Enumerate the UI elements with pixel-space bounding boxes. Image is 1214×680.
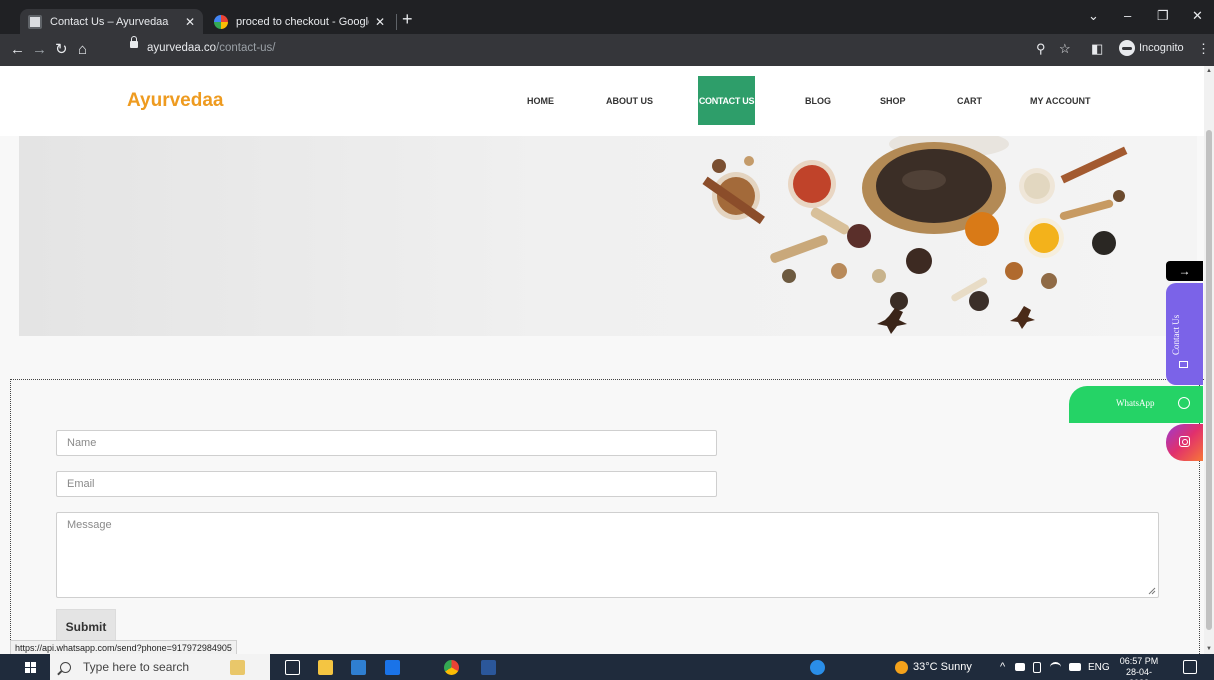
- help-icon[interactable]: [810, 660, 825, 675]
- weather-text[interactable]: 33°C Sunny: [913, 661, 972, 673]
- scroll-down-icon[interactable]: ▼: [1206, 646, 1212, 652]
- chrome-icon[interactable]: [444, 660, 459, 675]
- mail-icon: [1179, 361, 1188, 368]
- tab-close-icon[interactable]: ✕: [185, 15, 195, 29]
- search-icon: [60, 661, 71, 673]
- whatsapp-icon: [1178, 397, 1190, 409]
- nav-cart[interactable]: CART: [957, 96, 982, 106]
- whatsapp-label: WhatsApp: [1116, 398, 1155, 408]
- tab-title: Contact Us – Ayurvedaa: [50, 15, 169, 28]
- scroll-up-icon[interactable]: ▲: [1206, 68, 1212, 74]
- tab-contact-us[interactable]: Contact Us – Ayurvedaa ✕: [20, 9, 203, 34]
- nav-shop[interactable]: SHOP: [880, 96, 906, 106]
- url-domain: ayurvedaa.co: [147, 42, 217, 54]
- tab-google-search[interactable]: proced to checkout - Google Sea ✕: [206, 9, 393, 34]
- minimize-button[interactable]: –: [1124, 8, 1131, 23]
- restore-button[interactable]: ❐: [1157, 8, 1169, 24]
- nav-blog[interactable]: BLOG: [805, 96, 831, 106]
- nav-contact-us[interactable]: CONTACT US: [698, 76, 755, 125]
- widgets-icon[interactable]: [230, 660, 245, 675]
- dropbox-icon[interactable]: [385, 660, 400, 675]
- wifi-icon[interactable]: [1050, 662, 1061, 672]
- clock-time: 06:57 PM: [1119, 656, 1159, 666]
- reload-button[interactable]: ↻: [55, 41, 68, 59]
- windows-taskbar: Type here to search 33°C Sunny ^ ENG 06:…: [0, 654, 1214, 680]
- site-header: Ayurvedaa HOME ABOUT US CONTACT US BLOG …: [0, 66, 1204, 136]
- tab-search-icon[interactable]: ⌄: [1088, 8, 1099, 24]
- side-panel-icon[interactable]: ◧: [1091, 41, 1103, 57]
- nav-about-us[interactable]: ABOUT US: [606, 96, 653, 106]
- form-section-border-left: [10, 379, 11, 654]
- nav-home[interactable]: HOME: [527, 96, 554, 106]
- hero-banner-image: [19, 136, 1197, 336]
- name-field[interactable]: [56, 430, 717, 456]
- browser-tab-bar: Contact Us – Ayurvedaa ✕ proced to check…: [0, 0, 1214, 34]
- message-field[interactable]: [56, 512, 1159, 598]
- link-status-url: https://api.whatsapp.com/send?phone=9179…: [10, 640, 237, 654]
- resize-grip-icon[interactable]: [1148, 587, 1156, 595]
- nav-my-account[interactable]: MY ACCOUNT: [1030, 96, 1091, 106]
- weather-sun-icon[interactable]: [895, 661, 908, 674]
- site-favicon-icon: [28, 14, 42, 29]
- widget-toggle-arrow-icon[interactable]: →: [1166, 261, 1203, 281]
- pen-icon[interactable]: [1033, 662, 1041, 673]
- whatsapp-widget[interactable]: WhatsApp: [1069, 386, 1203, 423]
- incognito-label: Incognito: [1139, 42, 1184, 54]
- notifications-icon[interactable]: [1183, 660, 1197, 674]
- new-tab-button[interactable]: +: [402, 10, 413, 28]
- lock-icon: [130, 36, 138, 49]
- forward-button[interactable]: →: [32, 41, 47, 59]
- incognito-icon: [1119, 40, 1135, 56]
- url-text[interactable]: ayurvedaa.co/contact-us/: [147, 42, 276, 54]
- battery-icon[interactable]: [1015, 663, 1025, 671]
- tab-separator: [396, 14, 397, 30]
- mail-app-icon[interactable]: [351, 660, 366, 675]
- page-scrollbar[interactable]: ▲ ▼: [1204, 66, 1214, 654]
- windows-start-icon[interactable]: [25, 662, 37, 674]
- tab-title: proced to checkout - Google Sea: [236, 15, 369, 28]
- incognito-badge[interactable]: Incognito: [1117, 38, 1189, 58]
- zoom-icon[interactable]: ⚲: [1036, 41, 1046, 57]
- site-logo[interactable]: Ayurvedaa: [127, 90, 223, 112]
- bookmark-star-icon[interactable]: ☆: [1059, 41, 1071, 57]
- home-button[interactable]: ⌂: [78, 41, 87, 59]
- taskbar-clock[interactable]: 06:57 PM 28-04-2023: [1116, 656, 1162, 680]
- google-favicon-icon: [214, 14, 228, 29]
- form-section-border: [10, 379, 1204, 380]
- instagram-icon: [1179, 436, 1190, 447]
- instagram-widget[interactable]: [1166, 424, 1203, 461]
- word-icon[interactable]: [481, 660, 496, 675]
- page-viewport: Ayurvedaa HOME ABOUT US CONTACT US BLOG …: [0, 66, 1214, 654]
- url-path: /contact-us/: [216, 42, 276, 54]
- file-explorer-icon[interactable]: [318, 660, 333, 675]
- tab-close-icon[interactable]: ✕: [375, 15, 385, 29]
- task-view-icon[interactable]: [285, 660, 300, 675]
- clock-date: 28-04-2023: [1125, 667, 1152, 680]
- spices-illustration: [702, 136, 1128, 334]
- back-button[interactable]: ←: [10, 41, 25, 59]
- contact-us-widget-label: Contact Us: [1171, 314, 1181, 355]
- taskbar-search-placeholder: Type here to search: [83, 660, 190, 674]
- contact-us-widget[interactable]: Contact Us: [1166, 283, 1203, 385]
- scrollbar-thumb[interactable]: [1206, 130, 1212, 630]
- tray-chevron-icon[interactable]: ^: [1000, 661, 1005, 673]
- browser-menu-icon[interactable]: ⋮: [1197, 41, 1210, 57]
- email-field[interactable]: [56, 471, 717, 497]
- volume-icon[interactable]: [1069, 663, 1081, 671]
- language-indicator[interactable]: ENG: [1088, 662, 1110, 673]
- close-window-button[interactable]: ✕: [1192, 8, 1203, 24]
